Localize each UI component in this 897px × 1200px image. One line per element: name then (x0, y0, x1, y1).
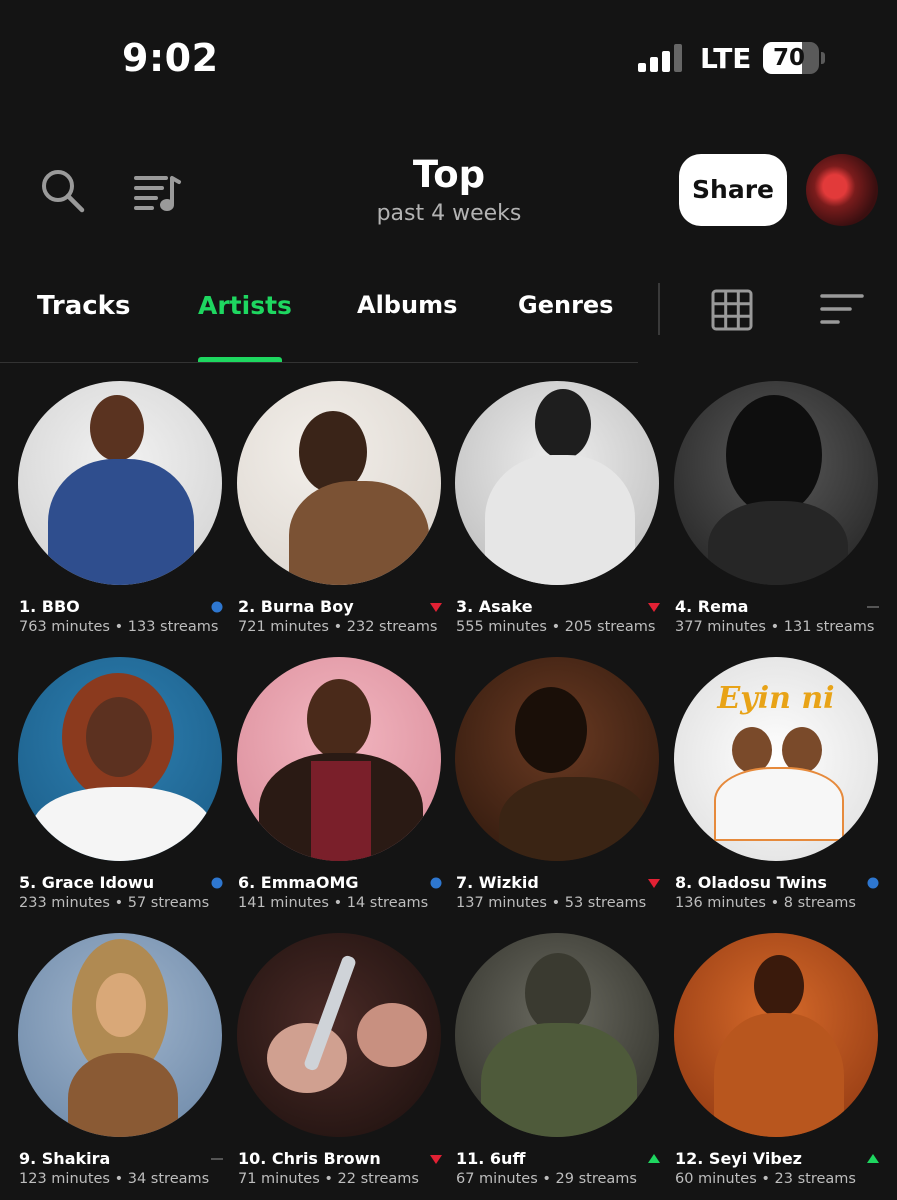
artist-card[interactable]: 1. BBO 763 minutes • 133 streams (18, 381, 223, 635)
artist-photo (455, 933, 659, 1137)
artist-photo (18, 381, 222, 585)
profile-avatar[interactable] (806, 154, 878, 226)
artist-card[interactable]: 7. Wizkid 137 minutes • 53 streams (455, 657, 660, 911)
artist-stats: 233 minutes • 57 streams (19, 895, 210, 911)
trend-up-icon (647, 1151, 661, 1165)
artist-card[interactable]: 5. Grace Idowu 233 minutes • 57 streams (18, 657, 223, 911)
sort-icon[interactable] (819, 292, 865, 326)
page-subtitle: past 4 weeks (376, 201, 522, 226)
artist-photo (237, 381, 441, 585)
artist-name: 8. Oladosu Twins (675, 873, 827, 892)
tab-genres[interactable]: Genres (518, 291, 613, 319)
artist-card[interactable]: 9. Shakira 123 minutes • 34 streams (18, 933, 223, 1187)
battery-cap (821, 52, 825, 64)
artist-name: 10. Chris Brown (238, 1149, 381, 1168)
trend-down-icon (647, 599, 661, 613)
artist-stats: 123 minutes • 34 streams (19, 1171, 210, 1187)
artist-card[interactable]: 12. Seyi Vibez 60 minutes • 23 streams (674, 933, 879, 1187)
tab-tracks[interactable]: Tracks (37, 291, 130, 321)
artist-stats: 136 minutes • 8 streams (675, 895, 856, 911)
page-title: Top (412, 153, 486, 196)
artist-name: 12. Seyi Vibez (675, 1149, 802, 1168)
artist-card[interactable]: Eyin ni 8. Oladosu Twins 136 minutes • 8… (674, 657, 879, 911)
artist-card[interactable]: 4. Rema 377 minutes • 131 streams (674, 381, 879, 635)
artist-name: 1. BBO (19, 597, 80, 616)
battery-icon: 70 (763, 42, 819, 74)
artist-name: 5. Grace Idowu (19, 873, 155, 892)
cellular-signal-icon (638, 44, 684, 72)
artist-photo (674, 381, 878, 585)
artist-stats: 141 minutes • 14 streams (238, 895, 429, 911)
artist-stats: 763 minutes • 133 streams (19, 619, 219, 635)
artist-card[interactable]: 3. Asake 555 minutes • 205 streams (455, 381, 660, 635)
share-button[interactable]: Share (679, 154, 787, 226)
artwork-title: Eyin ni (717, 681, 835, 716)
tab-albums[interactable]: Albums (357, 291, 457, 319)
artist-stats: 67 minutes • 29 streams (456, 1171, 637, 1187)
trend-down-icon (429, 1151, 443, 1165)
trend-new-icon (210, 875, 224, 889)
playlist-music-icon[interactable] (132, 170, 182, 214)
trend-down-icon (429, 599, 443, 613)
artist-photo (237, 657, 441, 861)
trend-new-icon (210, 599, 224, 613)
artist-card[interactable]: 10. Chris Brown 71 minutes • 22 streams (237, 933, 442, 1187)
artist-card[interactable]: 2. Burna Boy 721 minutes • 232 streams (237, 381, 442, 635)
artist-card[interactable]: 11. 6uff 67 minutes • 29 streams (455, 933, 660, 1187)
trend-new-icon (429, 875, 443, 889)
search-icon[interactable] (38, 166, 88, 216)
status-time: 9:02 (122, 36, 219, 80)
artist-name: 3. Asake (456, 597, 533, 616)
artist-stats: 137 minutes • 53 streams (456, 895, 647, 911)
artist-photo (455, 381, 659, 585)
artist-name: 11. 6uff (456, 1149, 526, 1168)
battery-level: 70 (772, 45, 805, 71)
artist-photo (455, 657, 659, 861)
artist-name: 7. Wizkid (456, 873, 539, 892)
artist-stats: 71 minutes • 22 streams (238, 1171, 419, 1187)
grid-view-icon[interactable] (710, 288, 754, 332)
artist-photo (237, 933, 441, 1137)
tabs-divider (0, 362, 638, 363)
trend-same-icon (866, 599, 880, 613)
artist-card[interactable]: 6. EmmaOMG 141 minutes • 14 streams (237, 657, 442, 911)
trend-same-icon (210, 1151, 224, 1165)
artist-name: 4. Rema (675, 597, 749, 616)
artist-photo (674, 933, 878, 1137)
artist-photo: Eyin ni (674, 657, 878, 861)
network-type: LTE (700, 42, 752, 75)
artist-stats: 60 minutes • 23 streams (675, 1171, 856, 1187)
artist-name: 9. Shakira (19, 1149, 111, 1168)
trend-down-icon (647, 875, 661, 889)
artist-stats: 721 minutes • 232 streams (238, 619, 438, 635)
toolbar-divider (658, 283, 660, 335)
artist-name: 6. EmmaOMG (238, 873, 359, 892)
tab-artists[interactable]: Artists (198, 291, 292, 320)
artist-stats: 555 minutes • 205 streams (456, 619, 656, 635)
artist-photo (18, 657, 222, 861)
artist-stats: 377 minutes • 131 streams (675, 619, 875, 635)
artist-name: 2. Burna Boy (238, 597, 354, 616)
trend-new-icon (866, 875, 880, 889)
artist-photo (18, 933, 222, 1137)
trend-up-icon (866, 1151, 880, 1165)
